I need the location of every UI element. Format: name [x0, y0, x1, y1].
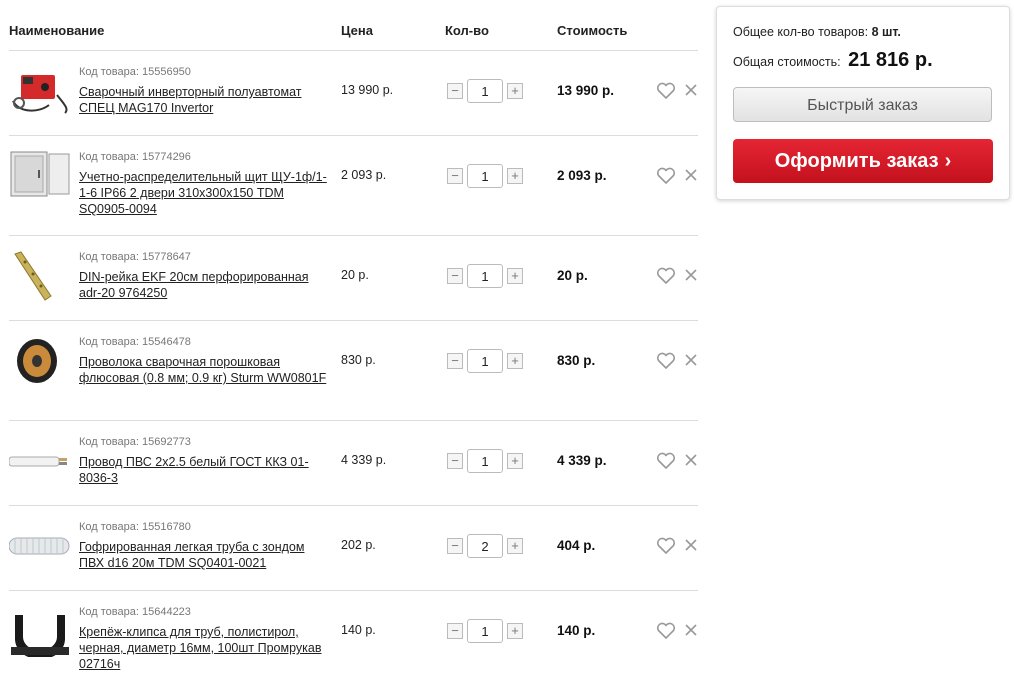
- cart-row: Код товара: 15556950 Сварочный инверторн…: [9, 51, 698, 136]
- qty-input[interactable]: [467, 619, 503, 643]
- line-cost: 140 р.: [557, 623, 596, 638]
- qty-minus-button[interactable]: −: [447, 353, 463, 369]
- header-qty: Кол-во: [445, 23, 489, 38]
- total-count-value: 8 шт.: [871, 25, 901, 39]
- heart-icon[interactable]: [656, 622, 676, 640]
- header-price: Цена: [341, 23, 373, 38]
- close-icon[interactable]: [683, 537, 699, 553]
- qty-input[interactable]: [467, 79, 503, 103]
- line-cost: 830 р.: [557, 353, 596, 368]
- qty-plus-button[interactable]: +: [507, 168, 523, 184]
- product-code: Код товара: 15774296: [79, 151, 191, 163]
- total-cost-label: Общая стоимость:: [733, 55, 841, 69]
- unit-price: 140 р.: [341, 623, 376, 637]
- qty-input[interactable]: [467, 164, 503, 188]
- close-icon[interactable]: [683, 622, 699, 638]
- qty-plus-button[interactable]: +: [507, 623, 523, 639]
- product-code: Код товара: 15546478: [79, 336, 191, 348]
- line-cost: 13 990 р.: [557, 83, 615, 98]
- table-header: Наименование Цена Кол-во Стоимость: [9, 0, 698, 51]
- qty-minus-button[interactable]: −: [447, 623, 463, 639]
- product-title-link[interactable]: Провод ПВС 2х2.5 белый ГОСТ ККЗ 01-8036-…: [79, 454, 329, 486]
- total-cost-line: Общая стоимость: 21 816 р.: [733, 49, 933, 72]
- qty-input[interactable]: [467, 349, 503, 373]
- qty-minus-button[interactable]: −: [447, 83, 463, 99]
- qty-minus-button[interactable]: −: [447, 538, 463, 554]
- total-count-line: Общее кол-во товаров: 8 шт.: [733, 25, 901, 39]
- line-cost: 404 р.: [557, 538, 596, 553]
- unit-price: 4 339 р.: [341, 453, 387, 467]
- close-icon[interactable]: [683, 167, 699, 183]
- unit-price: 20 р.: [341, 268, 369, 282]
- qty-input[interactable]: [467, 449, 503, 473]
- close-icon[interactable]: [683, 452, 699, 468]
- order-summary-panel: Общее кол-во товаров: 8 шт. Общая стоимо…: [716, 6, 1010, 200]
- close-icon[interactable]: [683, 267, 699, 283]
- product-title-link[interactable]: Проволока сварочная порошковая флюсовая …: [79, 354, 329, 386]
- heart-icon[interactable]: [656, 352, 676, 370]
- qty-plus-button[interactable]: +: [507, 538, 523, 554]
- heart-icon[interactable]: [656, 537, 676, 555]
- corrugated-pipe-image[interactable]: [8, 520, 71, 572]
- cart-row: Код товара: 15644223 Крепёж-клипса для т…: [9, 591, 698, 683]
- heart-icon[interactable]: [656, 452, 676, 470]
- qty-minus-button[interactable]: −: [447, 168, 463, 184]
- unit-price: 2 093 р.: [341, 168, 387, 182]
- cart-row: Код товара: 15774296 Учетно-распределите…: [9, 136, 698, 236]
- pipe-clip-image[interactable]: [9, 605, 71, 660]
- header-cost: Стоимость: [557, 23, 628, 38]
- din-rail-image[interactable]: [9, 250, 71, 302]
- cart-row: Код товара: 15778647 DIN-рейка EKF 20см …: [9, 236, 698, 321]
- heart-icon[interactable]: [656, 167, 676, 185]
- unit-price: 13 990 р.: [341, 83, 394, 97]
- qty-input[interactable]: [467, 264, 503, 288]
- cart-row: Код товара: 15516780 Гофрированная легка…: [8, 506, 699, 591]
- checkout-label: Оформить заказ: [774, 150, 939, 172]
- cart-row: Код товара: 15692773 Провод ПВС 2х2.5 бе…: [8, 421, 699, 506]
- qty-plus-button[interactable]: +: [507, 268, 523, 284]
- wire-spool-image[interactable]: [9, 335, 71, 387]
- product-title-link[interactable]: Гофрированная легкая труба с зондом ПВХ …: [79, 539, 329, 571]
- cart-row: Код товара: 15546478 Проволока сварочная…: [9, 321, 698, 421]
- product-code: Код товара: 15692773: [79, 436, 191, 448]
- qty-plus-button[interactable]: +: [507, 453, 523, 469]
- product-code: Код товара: 15556950: [79, 66, 191, 78]
- product-code: Код товара: 15778647: [79, 251, 191, 263]
- cable-image[interactable]: [8, 435, 71, 487]
- qty-input[interactable]: [467, 534, 503, 558]
- heart-icon[interactable]: [656, 82, 676, 100]
- line-cost: 4 339 р.: [557, 453, 607, 468]
- total-count-label: Общее кол-во товаров:: [733, 25, 869, 39]
- product-code: Код товара: 15644223: [79, 606, 191, 618]
- qty-plus-button[interactable]: +: [507, 83, 523, 99]
- product-title-link[interactable]: DIN-рейка EKF 20см перфорированная adr-2…: [79, 269, 329, 301]
- qty-plus-button[interactable]: +: [507, 353, 523, 369]
- product-title-link[interactable]: Сварочный инверторный полуавтомат СПЕЦ M…: [79, 84, 329, 116]
- checkout-button[interactable]: Оформить заказ ›: [733, 139, 993, 183]
- line-cost: 20 р.: [557, 268, 588, 283]
- product-title-link[interactable]: Учетно-распределительный щит ЩУ-1ф/1-1-6…: [79, 169, 329, 217]
- header-name: Наименование: [9, 23, 105, 38]
- chevron-right-icon: ›: [944, 150, 952, 172]
- distribution-box-image[interactable]: [9, 150, 71, 202]
- cart-table: Наименование Цена Кол-во Стоимость Код т…: [8, 0, 699, 683]
- quick-order-button[interactable]: Быстрый заказ: [733, 87, 992, 122]
- qty-minus-button[interactable]: −: [447, 268, 463, 284]
- product-title-link[interactable]: Крепёж-клипса для труб, полистирол, черн…: [79, 624, 329, 672]
- product-code: Код товара: 15516780: [79, 521, 191, 533]
- line-cost: 2 093 р.: [557, 168, 607, 183]
- unit-price: 202 р.: [341, 538, 376, 552]
- unit-price: 830 р.: [341, 353, 376, 367]
- welding-machine-image[interactable]: [9, 65, 71, 117]
- close-icon[interactable]: [683, 352, 699, 368]
- qty-minus-button[interactable]: −: [447, 453, 463, 469]
- heart-icon[interactable]: [656, 267, 676, 285]
- total-cost-value: 21 816 р.: [848, 49, 933, 71]
- close-icon[interactable]: [683, 82, 699, 98]
